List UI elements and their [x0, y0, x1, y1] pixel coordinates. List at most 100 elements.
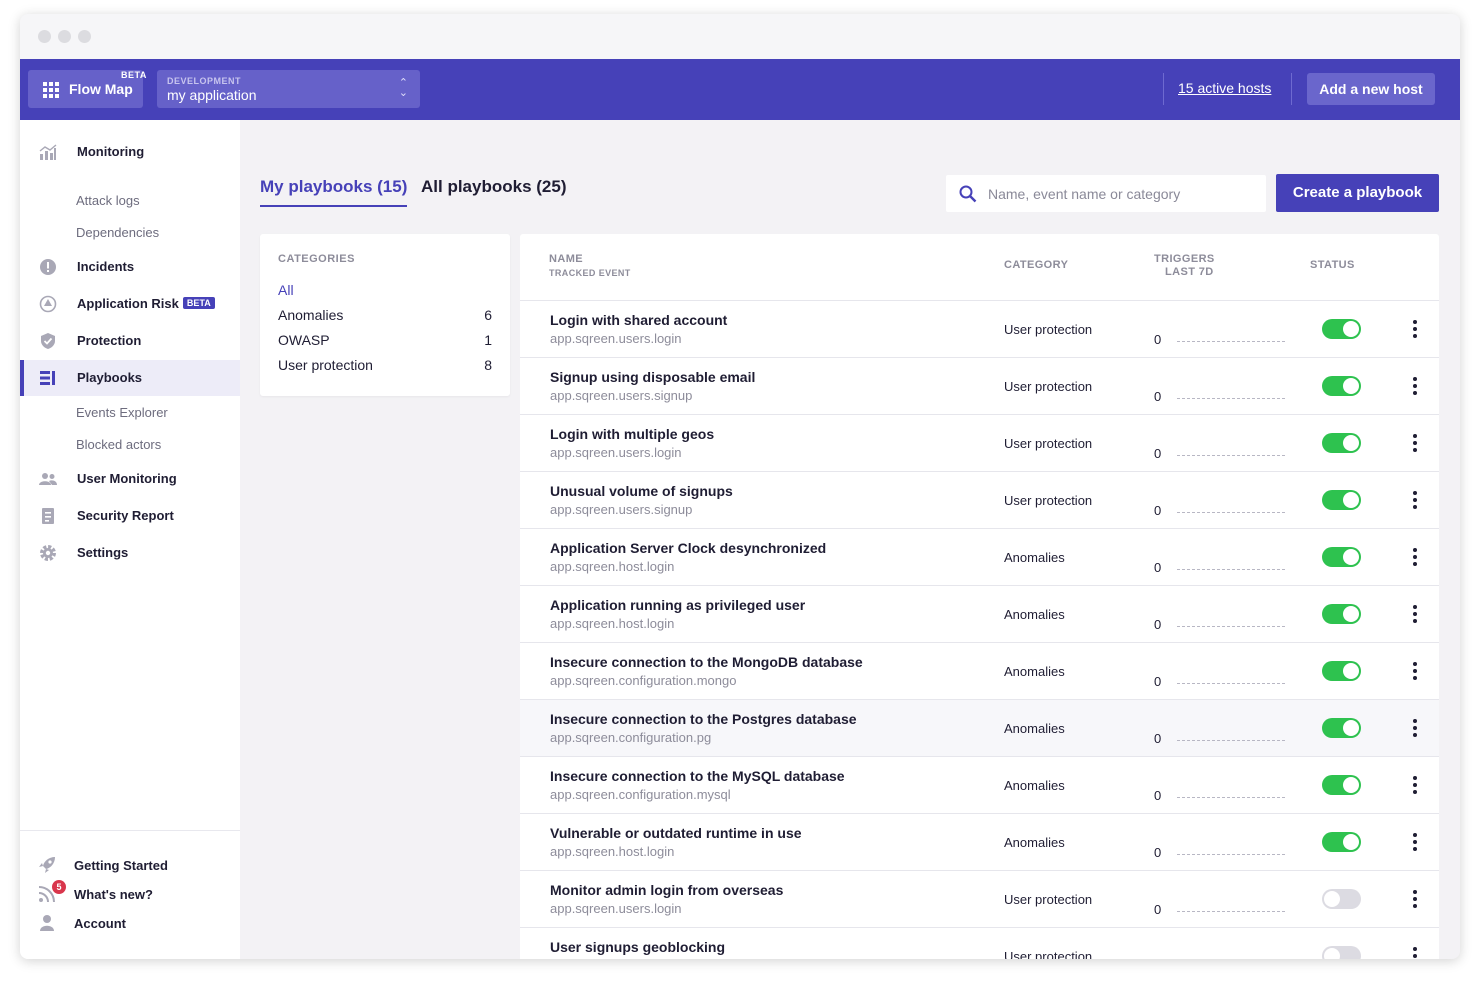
- sidebar-item-protection[interactable]: Protection: [20, 323, 240, 359]
- playbook-name[interactable]: User signups geoblocking: [550, 939, 725, 955]
- category-count: 1: [484, 332, 492, 348]
- more-options-icon[interactable]: [1407, 490, 1423, 510]
- more-options-icon[interactable]: [1407, 718, 1423, 738]
- beta-badge: BETA: [182, 297, 215, 309]
- tracked-event: app.sqreen.configuration.pg: [550, 730, 712, 745]
- more-options-icon[interactable]: [1407, 661, 1423, 681]
- sidebar-item-label: Monitoring: [77, 144, 145, 159]
- table-row[interactable]: Login with multiple geos app.sqreen.users…: [520, 415, 1439, 472]
- table-row[interactable]: User signups geoblocking User protection: [520, 928, 1439, 959]
- category-filter-user-protection[interactable]: User protection 8: [278, 357, 492, 377]
- column-header-triggers[interactable]: TRIGGERS: [1154, 253, 1215, 266]
- add-host-button[interactable]: Add a new host: [1307, 73, 1435, 105]
- playbook-name[interactable]: Unusual volume of signups: [550, 483, 733, 499]
- sidebar-footer-getting-started[interactable]: Getting Started: [20, 853, 240, 879]
- category-count: 6: [484, 307, 492, 323]
- triggers-sparkline: [1177, 455, 1285, 456]
- triggers-sparkline: [1177, 626, 1285, 627]
- flow-map-button[interactable]: Flow Map BETA: [28, 70, 146, 108]
- status-toggle[interactable]: [1322, 946, 1361, 959]
- table-row[interactable]: Application Server Clock desynchronized a…: [520, 529, 1439, 586]
- table-row[interactable]: Insecure connection to the MySQL databas…: [520, 757, 1439, 814]
- sidebar-subitem-attack-logs[interactable]: Attack logs: [76, 193, 140, 208]
- tracked-event: app.sqreen.host.login: [550, 844, 675, 859]
- playbook-name[interactable]: Application Server Clock desynchronized: [550, 540, 826, 556]
- sidebar-item-application-risk[interactable]: Application Risk BETA: [20, 286, 240, 322]
- application-selector[interactable]: DEVELOPMENT my application ⌃ ⌄: [157, 70, 420, 108]
- status-toggle[interactable]: [1322, 604, 1361, 624]
- status-toggle[interactable]: [1322, 376, 1361, 396]
- status-toggle[interactable]: [1322, 775, 1361, 795]
- sidebar-item-incidents[interactable]: Incidents: [20, 249, 240, 285]
- playbook-name[interactable]: Vulnerable or outdated runtime in use: [550, 825, 802, 841]
- playbook-name[interactable]: Insecure connection to the MySQL databas…: [550, 768, 845, 784]
- sidebar-item-security-report[interactable]: Security Report: [20, 498, 240, 534]
- playbook-name[interactable]: Application running as privileged user: [550, 597, 805, 613]
- create-playbook-button[interactable]: Create a playbook: [1276, 174, 1439, 212]
- sidebar-footer-whats-new[interactable]: 5 What's new?: [20, 880, 240, 908]
- more-options-icon[interactable]: [1407, 946, 1423, 959]
- more-options-icon[interactable]: [1407, 547, 1423, 567]
- sidebar-subitem-blocked-actors[interactable]: Blocked actors: [76, 437, 161, 452]
- status-toggle[interactable]: [1322, 319, 1361, 339]
- column-header-category[interactable]: CATEGORY: [1004, 259, 1068, 272]
- playbook-name[interactable]: Login with shared account: [550, 312, 727, 328]
- more-options-icon[interactable]: [1407, 832, 1423, 852]
- more-options-icon[interactable]: [1407, 376, 1423, 396]
- sidebar-footer-account[interactable]: Account: [20, 911, 240, 937]
- table-row[interactable]: Application running as privileged user ap…: [520, 586, 1439, 643]
- sidebar-item-settings[interactable]: Settings: [20, 535, 240, 571]
- table-row[interactable]: Insecure connection to the MongoDB datab…: [520, 643, 1439, 700]
- table-row[interactable]: Insecure connection to the Postgres data…: [520, 700, 1439, 757]
- tab-all-playbooks[interactable]: All playbooks (25): [421, 177, 566, 197]
- shield-icon: [41, 333, 55, 349]
- status-toggle[interactable]: [1322, 433, 1361, 453]
- sidebar-item-monitoring[interactable]: Monitoring: [20, 134, 240, 170]
- sidebar-subitem-events-explorer[interactable]: Events Explorer: [76, 405, 168, 420]
- playbook-category: Anomalies: [1004, 550, 1065, 565]
- status-toggle[interactable]: [1322, 661, 1361, 681]
- category-filter-owasp[interactable]: OWASP 1: [278, 332, 492, 352]
- status-toggle[interactable]: [1322, 832, 1361, 852]
- status-toggle[interactable]: [1322, 889, 1361, 909]
- window-close-dot[interactable]: [38, 30, 51, 43]
- window-zoom-dot[interactable]: [78, 30, 91, 43]
- column-header-status[interactable]: STATUS: [1310, 259, 1355, 272]
- active-hosts-link[interactable]: 15 active hosts: [1178, 80, 1271, 96]
- search-input[interactable]: [988, 175, 1258, 212]
- sidebar-item-user-monitoring[interactable]: User Monitoring: [20, 461, 240, 497]
- table-row[interactable]: Vulnerable or outdated runtime in use app…: [520, 814, 1439, 871]
- category-filter-anomalies[interactable]: Anomalies 6: [278, 307, 492, 327]
- window-minimize-dot[interactable]: [58, 30, 71, 43]
- trigger-count: 0: [1154, 731, 1162, 746]
- sidebar-subitem-dependencies[interactable]: Dependencies: [76, 225, 159, 240]
- playbook-name[interactable]: Insecure connection to the Postgres data…: [550, 711, 857, 727]
- playbook-category: Anomalies: [1004, 721, 1065, 736]
- more-options-icon[interactable]: [1407, 889, 1423, 909]
- table-row[interactable]: Monitor admin login from overseas app.sqr…: [520, 871, 1439, 928]
- status-toggle[interactable]: [1322, 718, 1361, 738]
- sidebar-footer-label: What's new?: [74, 887, 153, 902]
- table-row[interactable]: Signup using disposable email app.sqreen.…: [520, 358, 1439, 415]
- trigger-count: 0: [1154, 674, 1162, 689]
- status-toggle[interactable]: [1322, 547, 1361, 567]
- category-filter-all[interactable]: All: [278, 282, 492, 302]
- playbook-name[interactable]: Insecure connection to the MongoDB datab…: [550, 654, 863, 670]
- tab-my-playbooks[interactable]: My playbooks (15): [260, 177, 408, 207]
- more-options-icon[interactable]: [1407, 433, 1423, 453]
- more-options-icon[interactable]: [1407, 604, 1423, 624]
- more-options-icon[interactable]: [1407, 775, 1423, 795]
- playbook-name[interactable]: Login with multiple geos: [550, 426, 714, 442]
- sidebar-divider: [20, 830, 240, 831]
- table-row[interactable]: Unusual volume of signups app.sqreen.user…: [520, 472, 1439, 529]
- triggers-sparkline: [1177, 854, 1285, 855]
- tracked-event: app.sqreen.users.login: [550, 331, 682, 346]
- status-toggle[interactable]: [1322, 490, 1361, 510]
- more-options-icon[interactable]: [1407, 319, 1423, 339]
- sidebar-item-playbooks[interactable]: Playbooks: [20, 360, 240, 396]
- column-header-tracked-event: TRACKED EVENT: [549, 268, 631, 278]
- playbook-name[interactable]: Monitor admin login from overseas: [550, 882, 783, 898]
- playbook-name[interactable]: Signup using disposable email: [550, 369, 755, 385]
- table-row[interactable]: Login with shared account app.sqreen.user…: [520, 301, 1439, 358]
- column-header-name[interactable]: NAME: [549, 253, 583, 266]
